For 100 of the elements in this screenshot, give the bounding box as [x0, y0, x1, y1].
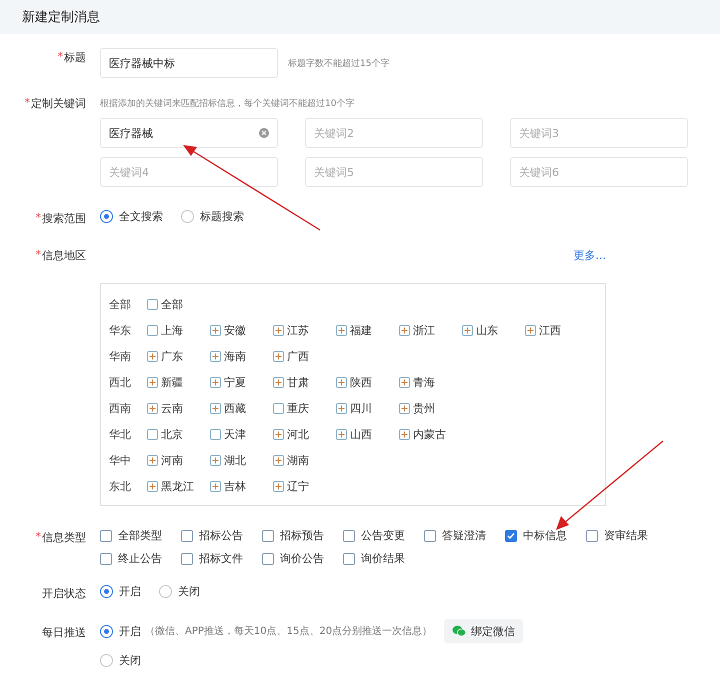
checkbox[interactable] [424, 530, 436, 542]
expand-plus-icon[interactable] [210, 325, 221, 336]
checkbox[interactable] [181, 530, 193, 542]
expand-plus-icon[interactable] [399, 403, 410, 414]
expand-plus-icon[interactable] [147, 455, 158, 466]
type-label[interactable]: 公告变更 [361, 528, 405, 543]
region-label[interactable]: 新疆 [161, 375, 183, 390]
expand-plus-icon[interactable] [147, 481, 158, 492]
region-label[interactable]: 江苏 [287, 323, 309, 338]
region-label[interactable]: 天津 [224, 427, 246, 442]
radio-option[interactable]: 全文搜索 [100, 209, 163, 224]
checkbox[interactable] [343, 530, 355, 542]
expand-plus-icon[interactable] [273, 325, 284, 336]
type-label[interactable]: 全部类型 [118, 528, 162, 543]
region-label[interactable]: 山西 [350, 427, 372, 442]
type-label[interactable]: 询价公告 [280, 551, 324, 566]
checkbox[interactable] [147, 299, 158, 310]
region-label[interactable]: 青海 [413, 375, 435, 390]
expand-plus-icon[interactable] [210, 351, 221, 362]
expand-plus-icon[interactable] [336, 325, 347, 336]
region-label[interactable]: 陕西 [350, 375, 372, 390]
field-label: 信息地区 [42, 248, 86, 263]
clear-icon[interactable] [259, 128, 269, 138]
region-group-label: 华北 [109, 427, 132, 442]
expand-plus-icon[interactable] [273, 481, 284, 492]
expand-plus-icon[interactable] [210, 455, 221, 466]
region-label[interactable]: 广东 [161, 349, 183, 364]
region-label[interactable]: 甘肃 [287, 375, 309, 390]
region-label[interactable]: 内蒙古 [413, 427, 446, 442]
type-label[interactable]: 资审结果 [604, 528, 648, 543]
type-label[interactable]: 终止公告 [118, 551, 162, 566]
checkbox[interactable] [586, 530, 598, 542]
region-label[interactable]: 辽宁 [287, 479, 309, 494]
expand-plus-icon[interactable] [147, 377, 158, 388]
region-label[interactable]: 北京 [161, 427, 183, 442]
expand-plus-icon[interactable] [462, 325, 473, 336]
expand-plus-icon[interactable] [273, 377, 284, 388]
radio-option[interactable]: 关闭 [159, 584, 200, 599]
type-label[interactable]: 招标文件 [199, 551, 243, 566]
type-label[interactable]: 招标预告 [280, 528, 324, 543]
checkbox[interactable] [100, 552, 112, 564]
expand-plus-icon[interactable] [525, 325, 536, 336]
type-label[interactable]: 答疑澄清 [442, 528, 486, 543]
expand-plus-icon[interactable] [147, 351, 158, 362]
expand-plus-icon[interactable] [147, 403, 158, 414]
expand-plus-icon[interactable] [399, 429, 410, 440]
title-input[interactable]: 医疗器械中标 [100, 48, 278, 78]
expand-plus-icon[interactable] [336, 377, 347, 388]
region-label[interactable]: 西藏 [224, 401, 246, 416]
region-label[interactable]: 湖南 [287, 453, 309, 468]
checkbox[interactable] [273, 403, 284, 414]
region-label[interactable]: 全部 [161, 297, 183, 312]
region-label[interactable]: 广西 [287, 349, 309, 364]
region-label[interactable]: 湖北 [224, 453, 246, 468]
checkbox[interactable] [210, 429, 221, 440]
region-label[interactable]: 海南 [224, 349, 246, 364]
expand-plus-icon[interactable] [273, 455, 284, 466]
radio-option[interactable]: 开启 [100, 584, 141, 599]
expand-plus-icon[interactable] [336, 429, 347, 440]
region-label[interactable]: 黑龙江 [161, 479, 194, 494]
region-label[interactable]: 河南 [161, 453, 183, 468]
expand-plus-icon[interactable] [210, 481, 221, 492]
radio-option[interactable]: 开启 [100, 624, 141, 638]
region-label[interactable]: 贵州 [413, 401, 435, 416]
region-label[interactable]: 山东 [476, 323, 498, 338]
region-label[interactable]: 重庆 [287, 401, 309, 416]
expand-plus-icon[interactable] [399, 325, 410, 336]
checkbox[interactable] [505, 530, 517, 542]
radio-option[interactable]: 标题搜索 [181, 209, 244, 224]
expand-plus-icon[interactable] [210, 403, 221, 414]
checkbox[interactable] [262, 530, 274, 542]
bind-wechat-button[interactable]: 绑定微信 [444, 619, 524, 643]
checkbox[interactable] [147, 429, 158, 440]
region-label[interactable]: 浙江 [413, 323, 435, 338]
type-label[interactable]: 询价结果 [361, 551, 405, 566]
more-link[interactable]: 更多... [574, 248, 606, 263]
region-label[interactable]: 四川 [350, 401, 372, 416]
expand-plus-icon[interactable] [336, 403, 347, 414]
region-label[interactable]: 江西 [539, 323, 561, 338]
type-label[interactable]: 中标信息 [523, 528, 567, 543]
checkbox[interactable] [262, 552, 274, 564]
checkbox[interactable] [147, 325, 158, 336]
region-label[interactable]: 吉林 [224, 479, 246, 494]
expand-plus-icon[interactable] [210, 377, 221, 388]
region-label[interactable]: 宁夏 [224, 375, 246, 390]
expand-plus-icon[interactable] [399, 377, 410, 388]
type-label[interactable]: 招标公告 [199, 528, 243, 543]
region-label[interactable]: 云南 [161, 401, 183, 416]
region-label[interactable]: 福建 [350, 323, 372, 338]
keyword-input[interactable]: 医疗器械 [100, 118, 278, 148]
checkbox[interactable] [343, 552, 355, 564]
checkbox[interactable] [100, 530, 112, 542]
expand-plus-icon[interactable] [273, 351, 284, 362]
region-group-label: 西北 [109, 375, 132, 390]
radio-option[interactable]: 关闭 [100, 653, 141, 668]
region-label[interactable]: 上海 [161, 323, 183, 338]
checkbox[interactable] [181, 552, 193, 564]
region-label[interactable]: 安徽 [224, 323, 246, 338]
expand-plus-icon[interactable] [273, 429, 284, 440]
region-label[interactable]: 河北 [287, 427, 309, 442]
